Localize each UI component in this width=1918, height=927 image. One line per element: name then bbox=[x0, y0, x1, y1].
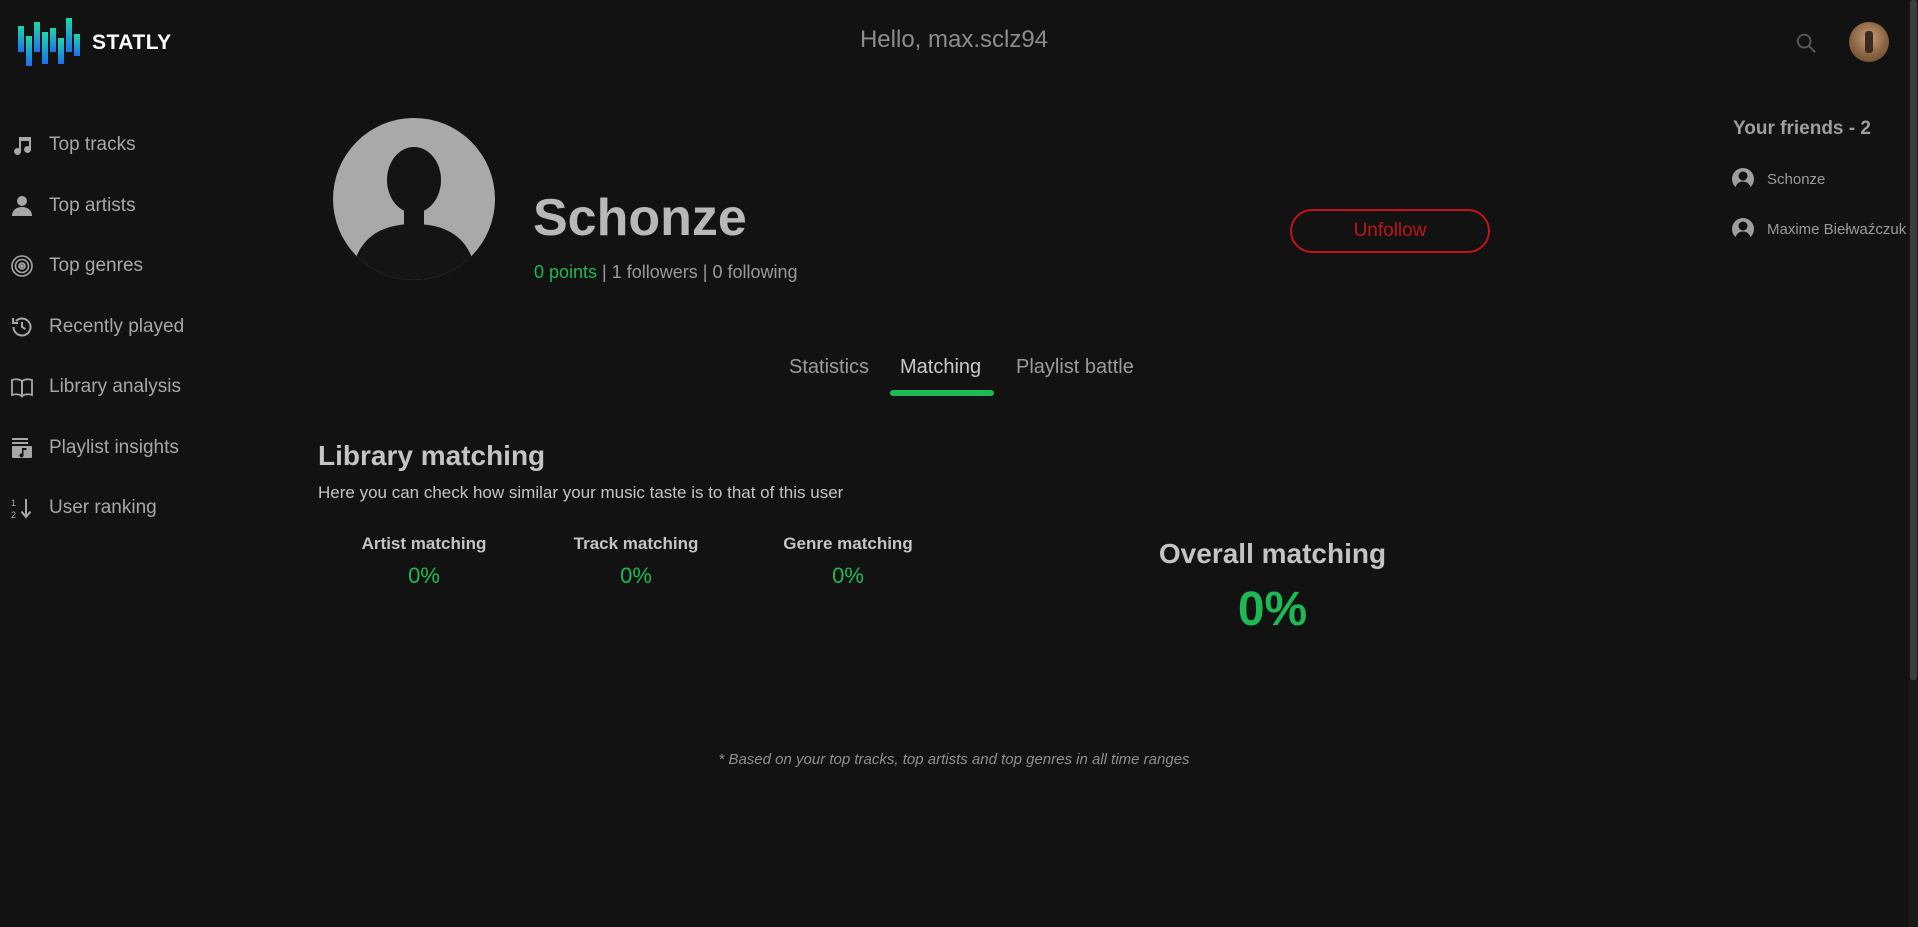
sidebar-item-label: Recently played bbox=[49, 315, 185, 337]
friends-title: Your friends - 2 bbox=[1733, 118, 1871, 139]
stats-separator: | bbox=[597, 262, 612, 282]
sidebar-item-playlist-insights[interactable]: Playlist insights bbox=[0, 418, 220, 479]
metric-label: Genre matching bbox=[783, 534, 913, 553]
sidebar-item-label: Library analysis bbox=[49, 376, 181, 398]
friend-item[interactable]: Maxime Biełwaźczuk bbox=[1731, 217, 1916, 241]
sidebar-item-label: Top genres bbox=[49, 255, 144, 277]
person-icon bbox=[12, 195, 32, 216]
sidebar-item-label: Playlist insights bbox=[49, 436, 179, 458]
playlist-icon bbox=[12, 437, 32, 458]
section-title: Library matching bbox=[318, 440, 546, 471]
profile-name: Schonze bbox=[533, 189, 747, 247]
friend-item[interactable]: Schonze bbox=[1731, 167, 1916, 191]
followers-count[interactable]: 1 followers bbox=[612, 262, 698, 282]
metric-value: 0% bbox=[832, 563, 864, 588]
sidebar-item-label: Top tracks bbox=[49, 134, 136, 156]
user-avatar[interactable] bbox=[1849, 22, 1889, 62]
stats-separator: | bbox=[697, 262, 713, 282]
artist-matching-metric: Artist matching 0% bbox=[324, 534, 524, 589]
metric-value: 0% bbox=[408, 563, 440, 588]
overall-matching-value: 0% bbox=[1237, 583, 1308, 636]
sidebar-item-user-ranking[interactable]: 12 User ranking bbox=[0, 478, 220, 539]
book-icon bbox=[11, 378, 33, 398]
metric-label: Track matching bbox=[573, 534, 699, 553]
track-matching-metric: Track matching 0% bbox=[536, 534, 736, 589]
section-description: Here you can check how similar your musi… bbox=[318, 483, 844, 502]
search-icon[interactable] bbox=[1795, 32, 1817, 54]
scrollbar-thumb[interactable] bbox=[1910, 0, 1917, 680]
history-icon bbox=[12, 317, 32, 337]
tab-statistics[interactable]: Statistics bbox=[789, 356, 869, 379]
following-count[interactable]: 0 following bbox=[712, 262, 797, 282]
sidebar-item-top-artists[interactable]: Top artists bbox=[0, 176, 220, 237]
overall-matching-label: Overall matching bbox=[1158, 538, 1387, 569]
user-circle-icon bbox=[1732, 218, 1754, 240]
active-tab-indicator bbox=[890, 390, 994, 396]
tab-matching[interactable]: Matching bbox=[900, 356, 981, 379]
profile-stats: 0 points | 1 followers | 0 following bbox=[534, 262, 798, 283]
overall-matching: Overall matching 0% bbox=[1120, 538, 1425, 637]
unfollow-button[interactable]: Unfollow bbox=[1290, 209, 1490, 253]
metric-label: Artist matching bbox=[361, 534, 487, 553]
sidebar-item-library-analysis[interactable]: Library analysis bbox=[0, 357, 220, 418]
sidebar-item-recently-played[interactable]: Recently played bbox=[0, 297, 220, 358]
music-note-icon bbox=[14, 137, 32, 156]
friend-name: Maxime Biełwaźczuk bbox=[1767, 220, 1907, 238]
sort-numeric-icon: 12 bbox=[11, 498, 32, 520]
sidebar-item-top-tracks[interactable]: Top tracks bbox=[0, 115, 220, 176]
genre-matching-metric: Genre matching 0% bbox=[748, 534, 948, 589]
sidebar-nav: Top tracks Top artists Top genres Recent… bbox=[0, 115, 220, 539]
svg-text:1: 1 bbox=[11, 498, 16, 508]
svg-text:2: 2 bbox=[11, 510, 16, 520]
sidebar-item-label: User ranking bbox=[49, 497, 157, 519]
tab-playlist-battle[interactable]: Playlist battle bbox=[1016, 356, 1134, 379]
sidebar-item-label: Top artists bbox=[49, 194, 136, 216]
vinyl-icon bbox=[11, 255, 33, 278]
default-user-icon bbox=[351, 147, 477, 280]
footnote: * Based on your top tracks, top artists … bbox=[718, 751, 1190, 768]
points-count: 0 points bbox=[534, 262, 598, 282]
sidebar-item-top-genres[interactable]: Top genres bbox=[0, 236, 220, 297]
friend-name: Schonze bbox=[1767, 170, 1826, 188]
greeting-text: Hello, max.sclz94 bbox=[859, 26, 1049, 53]
avatar-figure bbox=[1865, 31, 1873, 53]
profile-picture bbox=[333, 118, 495, 280]
metric-value: 0% bbox=[620, 563, 652, 588]
user-circle-icon bbox=[1732, 168, 1754, 190]
